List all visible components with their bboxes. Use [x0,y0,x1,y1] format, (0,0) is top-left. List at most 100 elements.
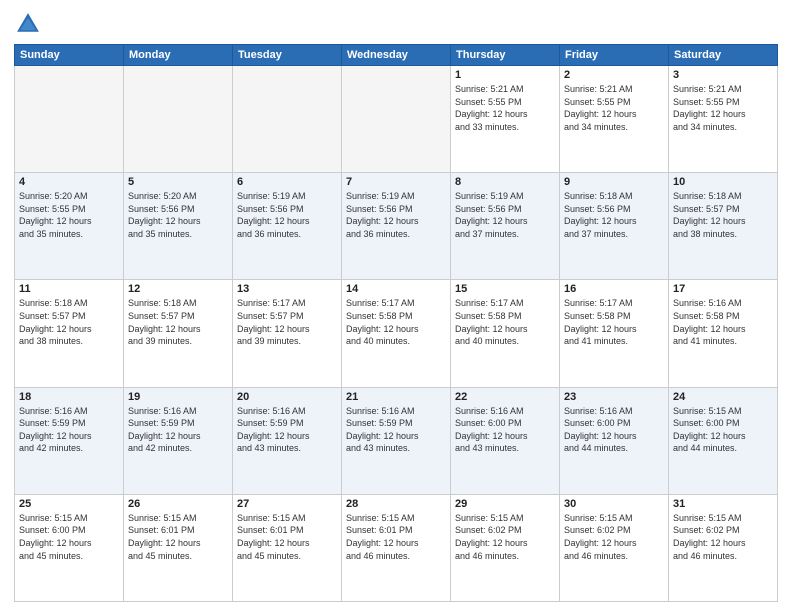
day-number: 9 [564,176,664,188]
day-number: 4 [19,176,119,188]
day-number: 25 [19,498,119,510]
day-number: 20 [237,391,337,403]
day-info: Sunrise: 5:16 AM Sunset: 5:59 PM Dayligh… [237,405,337,455]
day-info: Sunrise: 5:21 AM Sunset: 5:55 PM Dayligh… [673,83,773,133]
day-info: Sunrise: 5:15 AM Sunset: 6:02 PM Dayligh… [455,512,555,562]
day-info: Sunrise: 5:18 AM Sunset: 5:57 PM Dayligh… [19,297,119,347]
day-number: 23 [564,391,664,403]
day-number: 24 [673,391,773,403]
page: SundayMondayTuesdayWednesdayThursdayFrid… [0,0,792,612]
calendar-cell: 22 Sunrise: 5:16 AM Sunset: 6:00 PM Dayli… [451,387,560,494]
day-info: Sunrise: 5:17 AM Sunset: 5:58 PM Dayligh… [455,297,555,347]
day-info: Sunrise: 5:16 AM Sunset: 5:59 PM Dayligh… [128,405,228,455]
calendar-cell: 6 Sunrise: 5:19 AM Sunset: 5:56 PM Daylig… [233,173,342,280]
day-info: Sunrise: 5:19 AM Sunset: 5:56 PM Dayligh… [237,190,337,240]
day-info: Sunrise: 5:16 AM Sunset: 5:59 PM Dayligh… [346,405,446,455]
weekday-header-thursday: Thursday [451,45,560,66]
calendar-cell: 20 Sunrise: 5:16 AM Sunset: 5:59 PM Dayli… [233,387,342,494]
day-info: Sunrise: 5:18 AM Sunset: 5:56 PM Dayligh… [564,190,664,240]
day-info: Sunrise: 5:21 AM Sunset: 5:55 PM Dayligh… [455,83,555,133]
calendar-week-4: 18 Sunrise: 5:16 AM Sunset: 5:59 PM Dayli… [15,387,778,494]
day-info: Sunrise: 5:15 AM Sunset: 6:01 PM Dayligh… [237,512,337,562]
day-info: Sunrise: 5:15 AM Sunset: 6:02 PM Dayligh… [673,512,773,562]
weekday-header-saturday: Saturday [669,45,778,66]
calendar-cell: 19 Sunrise: 5:16 AM Sunset: 5:59 PM Dayli… [124,387,233,494]
day-number: 14 [346,283,446,295]
weekday-header-tuesday: Tuesday [233,45,342,66]
day-info: Sunrise: 5:17 AM Sunset: 5:57 PM Dayligh… [237,297,337,347]
day-number: 11 [19,283,119,295]
day-info: Sunrise: 5:16 AM Sunset: 5:58 PM Dayligh… [673,297,773,347]
calendar-cell: 5 Sunrise: 5:20 AM Sunset: 5:56 PM Daylig… [124,173,233,280]
calendar-cell: 27Sunrise: 5:15 AM Sunset: 6:01 PM Dayli… [233,494,342,601]
day-number: 22 [455,391,555,403]
weekday-header-monday: Monday [124,45,233,66]
day-number: 1 [455,69,555,81]
day-info: Sunrise: 5:20 AM Sunset: 5:55 PM Dayligh… [19,190,119,240]
day-number: 15 [455,283,555,295]
day-info: Sunrise: 5:15 AM Sunset: 6:02 PM Dayligh… [564,512,664,562]
day-info: Sunrise: 5:16 AM Sunset: 6:00 PM Dayligh… [455,405,555,455]
calendar-cell: 4 Sunrise: 5:20 AM Sunset: 5:55 PM Daylig… [15,173,124,280]
day-info: Sunrise: 5:18 AM Sunset: 5:57 PM Dayligh… [128,297,228,347]
calendar-cell: 28 Sunrise: 5:15 AM Sunset: 6:01 PM Dayli… [342,494,451,601]
day-number: 26 [128,498,228,510]
day-info: Sunrise: 5:19 AM Sunset: 5:56 PM Dayligh… [455,190,555,240]
calendar-cell [342,66,451,173]
day-number: 28 [346,498,446,510]
calendar-cell: 16Sunrise: 5:17 AM Sunset: 5:58 PM Dayli… [560,280,669,387]
day-number: 10 [673,176,773,188]
day-info: Sunrise: 5:15 AM Sunset: 6:00 PM Dayligh… [19,512,119,562]
day-info: Sunrise: 5:15 AM Sunset: 6:00 PM Dayligh… [673,405,773,455]
calendar-cell: 13Sunrise: 5:17 AM Sunset: 5:57 PM Dayli… [233,280,342,387]
calendar-cell: 30Sunrise: 5:15 AM Sunset: 6:02 PM Dayli… [560,494,669,601]
day-info: Sunrise: 5:15 AM Sunset: 6:01 PM Dayligh… [346,512,446,562]
calendar-cell: 25 Sunrise: 5:15 AM Sunset: 6:00 PM Dayli… [15,494,124,601]
day-number: 19 [128,391,228,403]
calendar-week-1: 1 Sunrise: 5:21 AM Sunset: 5:55 PM Daylig… [15,66,778,173]
day-number: 31 [673,498,773,510]
weekday-header-sunday: Sunday [15,45,124,66]
day-number: 7 [346,176,446,188]
day-number: 6 [237,176,337,188]
day-number: 18 [19,391,119,403]
calendar-week-2: 4 Sunrise: 5:20 AM Sunset: 5:55 PM Daylig… [15,173,778,280]
day-number: 21 [346,391,446,403]
day-info: Sunrise: 5:18 AM Sunset: 5:57 PM Dayligh… [673,190,773,240]
calendar-cell: 8 Sunrise: 5:19 AM Sunset: 5:56 PM Daylig… [451,173,560,280]
day-number: 12 [128,283,228,295]
day-info: Sunrise: 5:17 AM Sunset: 5:58 PM Dayligh… [564,297,664,347]
day-number: 8 [455,176,555,188]
calendar-cell: 1 Sunrise: 5:21 AM Sunset: 5:55 PM Daylig… [451,66,560,173]
day-info: Sunrise: 5:21 AM Sunset: 5:55 PM Dayligh… [564,83,664,133]
day-number: 3 [673,69,773,81]
day-number: 29 [455,498,555,510]
weekday-header-wednesday: Wednesday [342,45,451,66]
day-info: Sunrise: 5:16 AM Sunset: 6:00 PM Dayligh… [564,405,664,455]
header [14,10,778,38]
calendar-table: SundayMondayTuesdayWednesdayThursdayFrid… [14,44,778,602]
day-number: 5 [128,176,228,188]
logo-icon [14,10,42,38]
day-info: Sunrise: 5:16 AM Sunset: 5:59 PM Dayligh… [19,405,119,455]
calendar-cell: 14Sunrise: 5:17 AM Sunset: 5:58 PM Dayli… [342,280,451,387]
calendar-cell: 15 Sunrise: 5:17 AM Sunset: 5:58 PM Dayli… [451,280,560,387]
calendar-cell: 21 Sunrise: 5:16 AM Sunset: 5:59 PM Dayli… [342,387,451,494]
calendar-cell: 29 Sunrise: 5:15 AM Sunset: 6:02 PM Dayli… [451,494,560,601]
calendar-cell: 26Sunrise: 5:15 AM Sunset: 6:01 PM Dayli… [124,494,233,601]
calendar-cell [124,66,233,173]
calendar-cell: 10 Sunrise: 5:18 AM Sunset: 5:57 PM Dayli… [669,173,778,280]
calendar-cell: 11 Sunrise: 5:18 AM Sunset: 5:57 PM Dayli… [15,280,124,387]
day-info: Sunrise: 5:19 AM Sunset: 5:56 PM Dayligh… [346,190,446,240]
calendar-cell [233,66,342,173]
calendar-week-5: 25 Sunrise: 5:15 AM Sunset: 6:00 PM Dayli… [15,494,778,601]
calendar-header-row: SundayMondayTuesdayWednesdayThursdayFrid… [15,45,778,66]
calendar-cell: 18 Sunrise: 5:16 AM Sunset: 5:59 PM Dayli… [15,387,124,494]
calendar-cell: 7 Sunrise: 5:19 AM Sunset: 5:56 PM Daylig… [342,173,451,280]
logo [14,10,46,38]
weekday-header-friday: Friday [560,45,669,66]
calendar-week-3: 11 Sunrise: 5:18 AM Sunset: 5:57 PM Dayli… [15,280,778,387]
day-info: Sunrise: 5:20 AM Sunset: 5:56 PM Dayligh… [128,190,228,240]
calendar-cell: 24 Sunrise: 5:15 AM Sunset: 6:00 PM Dayli… [669,387,778,494]
calendar-cell: 2Sunrise: 5:21 AM Sunset: 5:55 PM Daylig… [560,66,669,173]
